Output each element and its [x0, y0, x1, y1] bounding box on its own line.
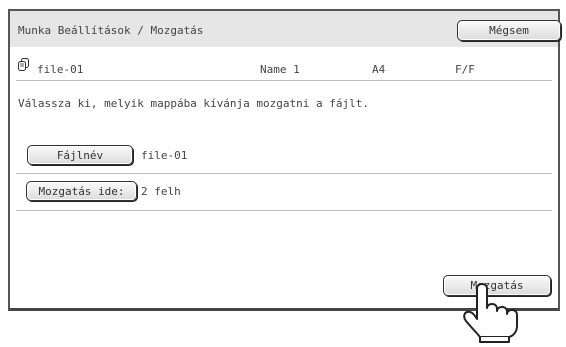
divider: [16, 80, 552, 81]
file-paper-size: A4: [372, 63, 386, 76]
divider: [16, 173, 552, 174]
file-color-mode: F/F: [455, 63, 475, 76]
cancel-button[interactable]: Mégsem: [457, 20, 561, 41]
file-stack-icon: [18, 58, 29, 71]
title-bar: Munka Beállítások / Mozgatás Mégsem: [10, 11, 561, 47]
divider: [16, 210, 552, 211]
move-job-panel: Munka Beállítások / Mozgatás Mégsem file…: [8, 9, 561, 311]
destination-value: 2 felh: [141, 185, 181, 198]
page-title: Munka Beállítások / Mozgatás: [18, 24, 204, 37]
instruction-text: Válassza ki, melyik mappába kívánja mozg…: [18, 97, 369, 110]
destination-button[interactable]: Mozgatás ide:: [26, 181, 137, 201]
hand-pointer-icon: [463, 283, 518, 343]
file-name: file-01: [37, 63, 84, 76]
filename-value: file-01: [141, 149, 188, 162]
file-info-row: file-01 Name 1 A4 F/F: [10, 47, 558, 80]
file-user: Name 1: [260, 63, 300, 76]
filename-button[interactable]: Fájlnév: [27, 145, 133, 165]
